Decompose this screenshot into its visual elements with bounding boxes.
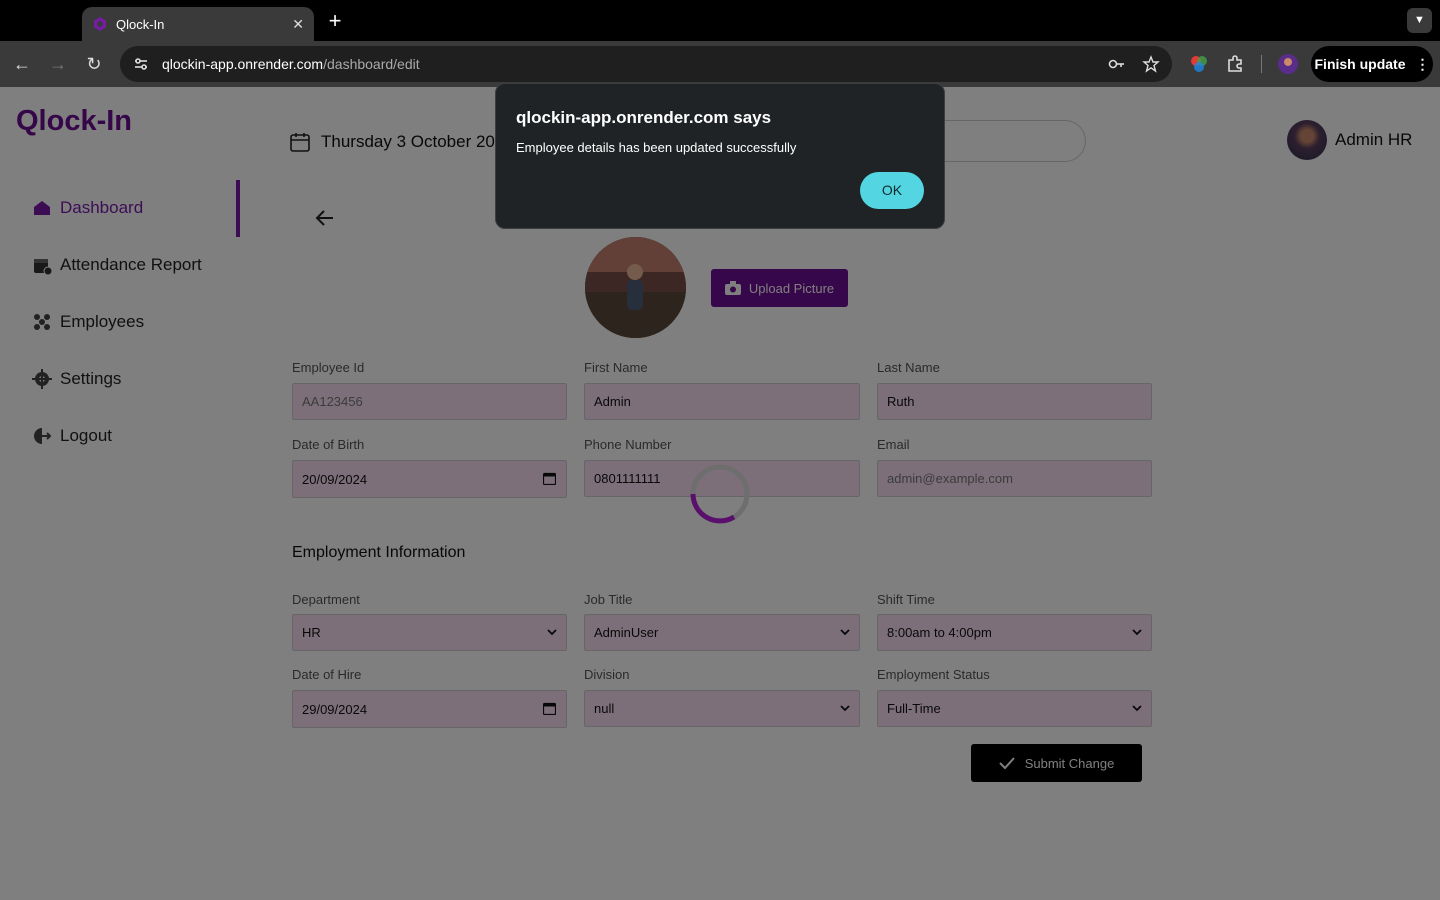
qlock-favicon-icon [94, 17, 106, 31]
color-extension-icon[interactable] [1188, 53, 1210, 75]
dialog-title: qlockin-app.onrender.com says [516, 108, 772, 127]
more-menu-icon: ⋮ [1415, 55, 1430, 72]
finish-update-button[interactable]: Finish update ⋮ [1311, 46, 1433, 82]
url-path: /dashboard/edit [323, 56, 420, 72]
tab-search-chevron-icon[interactable]: ▼ [1407, 8, 1432, 33]
tab-close-icon[interactable]: ✕ [292, 16, 304, 33]
address-bar[interactable]: qlockin-app.onrender.com/dashboard/edit [120, 46, 1172, 82]
forward-nav-icon[interactable]: → [47, 53, 69, 75]
ok-button[interactable]: OK [860, 172, 924, 209]
site-info-icon[interactable] [132, 55, 150, 73]
browser-tab[interactable]: Qlock-In ✕ [82, 7, 314, 41]
new-tab-button[interactable]: + [324, 8, 346, 34]
finish-update-label: Finish update [1314, 56, 1406, 72]
reload-icon[interactable]: ↻ [83, 53, 105, 75]
back-nav-icon[interactable]: ← [11, 53, 33, 75]
tab-title: Qlock-In [116, 16, 165, 32]
bookmark-star-icon[interactable] [1142, 55, 1160, 73]
toolbar-divider [1261, 55, 1262, 73]
alert-dialog: qlockin-app.onrender.com says Employee d… [495, 83, 945, 229]
password-key-icon[interactable] [1108, 55, 1126, 73]
dialog-message: Employee details has been updated succes… [516, 140, 797, 155]
url-text: qlockin-app.onrender.com/dashboard/edit [162, 56, 420, 72]
browser-toolbar: ← → ↻ qlockin-app.onrender.com/dashboard… [0, 41, 1440, 87]
profile-avatar-icon[interactable] [1277, 53, 1299, 75]
url-host: qlockin-app.onrender.com [162, 56, 324, 72]
browser-tab-bar: Qlock-In ✕ + ▼ [0, 0, 1440, 41]
extensions-puzzle-icon[interactable] [1225, 53, 1247, 75]
